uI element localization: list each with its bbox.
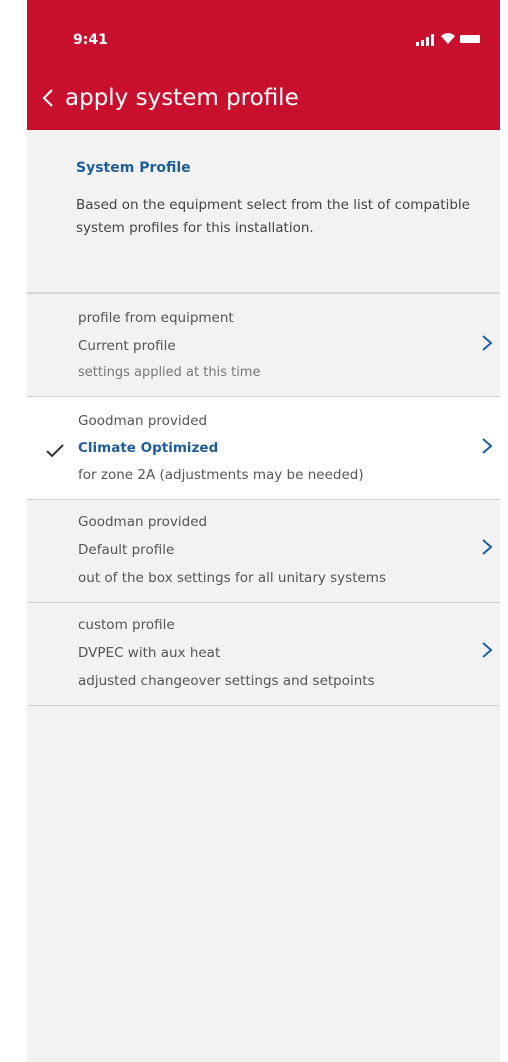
chevron-right-icon[interactable] xyxy=(481,538,493,556)
row-divider xyxy=(27,705,500,706)
chevron-right-icon[interactable] xyxy=(481,437,493,455)
signal-icon xyxy=(416,34,436,46)
chevron-right-icon[interactable] xyxy=(481,641,493,659)
chevron-left-icon[interactable] xyxy=(37,84,59,112)
page-title: apply system profile xyxy=(65,85,299,111)
profile-note: adjusted changeover settings and setpoin… xyxy=(78,673,375,689)
status-time: 9:41 xyxy=(73,32,108,48)
profile-note: for zone 2A (adjustments may be needed) xyxy=(78,467,364,483)
battery-icon xyxy=(460,35,480,43)
chevron-right-icon[interactable] xyxy=(481,334,493,352)
intro-section: System Profile Based on the equipment se… xyxy=(27,130,500,293)
profile-source: profile from equipment xyxy=(78,310,234,326)
profile-name: Current profile xyxy=(78,338,176,354)
profile-name: DVPEC with aux heat xyxy=(78,645,221,661)
profile-item-custom[interactable]: custom profile DVPEC with aux heat adjus… xyxy=(27,603,500,706)
profile-source: Goodman provided xyxy=(78,413,208,429)
phone-screen: 9:41 apply system profile System Profile… xyxy=(27,0,500,1062)
profile-note: settings applied at this time xyxy=(78,365,261,380)
app-header: 9:41 apply system profile xyxy=(27,0,500,130)
section-description: Based on the equipment select from the l… xyxy=(76,197,470,236)
section-title: System Profile xyxy=(76,160,191,176)
check-icon xyxy=(45,443,65,459)
profile-item-default[interactable]: Goodman provided Default profile out of … xyxy=(27,500,500,603)
profile-note: out of the box settings for all unitary … xyxy=(78,570,386,586)
wifi-icon xyxy=(440,32,456,46)
status-icons xyxy=(416,32,480,46)
profile-item-current[interactable]: profile from equipment Current profile s… xyxy=(27,294,500,397)
profile-name: Default profile xyxy=(78,542,175,558)
back-button[interactable]: apply system profile xyxy=(37,78,357,118)
profile-source: custom profile xyxy=(78,617,175,633)
profile-source: Goodman provided xyxy=(78,514,208,530)
profile-item-climate-optimized[interactable]: Goodman provided Climate Optimized for z… xyxy=(27,397,500,500)
profile-name: Climate Optimized xyxy=(78,440,219,456)
